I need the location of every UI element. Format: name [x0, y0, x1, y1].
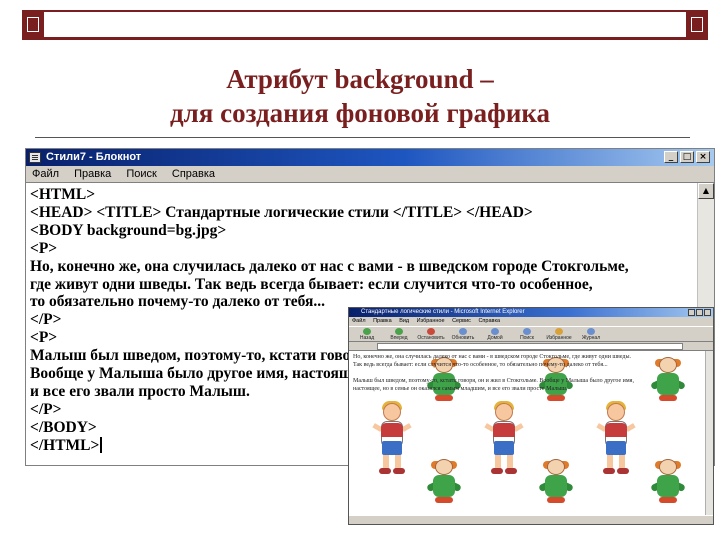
rendered-page-text: Но, конечно же, она случилась далеко от …	[353, 353, 634, 393]
code-line: <BODY background=bg.jpg>	[30, 221, 227, 239]
refresh-icon	[459, 328, 467, 335]
menu-file[interactable]: Файл	[26, 166, 65, 183]
browser-status-bar	[349, 515, 713, 524]
forward-button[interactable]: Вперед	[384, 327, 414, 342]
notepad-titlebar[interactable]: Стили7 - Блокнот _ □ ×	[26, 149, 714, 166]
code-line: <HEAD> <TITLE> Стандартные логические ст…	[30, 203, 533, 221]
browser-menu-help[interactable]: Справка	[475, 318, 503, 324]
notepad-menubar: Файл Правка Поиск Справка	[26, 166, 714, 183]
favorites-button[interactable]: Избранное	[544, 327, 574, 342]
slide-title-line2: для создания фоновой графика	[169, 98, 551, 128]
background-tile-clown	[650, 357, 686, 403]
refresh-button[interactable]: Обновить	[448, 327, 478, 342]
history-icon	[587, 328, 595, 335]
favorites-icon	[555, 328, 563, 335]
browser-menu-file[interactable]: Файл	[349, 318, 369, 324]
browser-window: Стандартные логические стили - Microsoft…	[348, 307, 714, 525]
title-divider	[35, 137, 690, 138]
minimize-button[interactable]: _	[664, 151, 678, 163]
browser-toolbar: Назад Вперед Остановить Обновить Домой П…	[349, 326, 713, 342]
browser-titlebar[interactable]: Стандартные логические стили - Microsoft…	[349, 308, 713, 317]
rendered-paragraph-1-line-1: Но, конечно же, она случилась далеко от …	[353, 354, 632, 360]
code-line: </HTML>	[30, 436, 100, 454]
back-icon	[363, 328, 371, 335]
search-icon	[523, 328, 531, 335]
slide-title-line1: Атрибут background –	[226, 64, 494, 94]
stop-icon	[427, 328, 435, 335]
slide-title: Атрибут background – для создания фоново…	[0, 62, 720, 130]
bottom-stripe	[22, 37, 708, 40]
home-icon	[491, 328, 499, 335]
forward-icon	[395, 328, 403, 335]
left-square-ornament	[22, 12, 44, 37]
browser-menu-view[interactable]: Вид	[396, 318, 412, 324]
background-tile-boy	[591, 401, 641, 477]
text-caret	[100, 436, 103, 453]
browser-window-title: Стандартные логические стили - Microsoft…	[361, 309, 525, 315]
background-tile-boy	[479, 401, 529, 477]
maximize-button[interactable]: □	[680, 151, 694, 163]
window-controls: _ □ ×	[664, 151, 710, 163]
browser-vertical-scrollbar[interactable]	[705, 351, 713, 515]
browser-menu-edit[interactable]: Правка	[370, 318, 395, 324]
browser-maximize-button[interactable]	[696, 309, 703, 316]
home-button[interactable]: Домой	[480, 327, 510, 342]
code-line: где живут одни шведы. Так ведь всегда бы…	[30, 275, 593, 293]
rendered-paragraph-2-line-1: Малыш был шведом, поэтому-то, кстати гов…	[353, 378, 634, 384]
browser-address-bar	[349, 342, 713, 351]
browser-page-content: Но, конечно же, она случилась далеко от …	[349, 351, 705, 515]
rendered-paragraph-1-line-2: Так ведь всегда бывает: если случится чт…	[353, 362, 608, 368]
background-tile-boy	[367, 401, 417, 477]
menu-help[interactable]: Справка	[166, 166, 221, 183]
top-decorative-band	[22, 10, 708, 40]
top-stripe	[22, 10, 708, 12]
browser-menu-tools[interactable]: Сервис	[449, 318, 474, 324]
code-line: <P>	[30, 239, 58, 257]
browser-menubar: Файл Правка Вид Избранное Сервис Справка	[349, 317, 713, 326]
browser-close-button[interactable]	[704, 309, 711, 316]
menu-search[interactable]: Поиск	[120, 166, 162, 183]
browser-minimize-button[interactable]	[688, 309, 695, 316]
close-button[interactable]: ×	[696, 151, 710, 163]
scroll-up-arrow-icon[interactable]: ▲	[698, 183, 714, 199]
browser-menu-favorites[interactable]: Избранное	[414, 318, 448, 324]
search-button[interactable]: Поиск	[512, 327, 542, 342]
history-button[interactable]: Журнал	[576, 327, 606, 342]
right-square-ornament	[686, 12, 708, 37]
address-input[interactable]	[377, 343, 683, 350]
back-button[interactable]: Назад	[352, 327, 382, 342]
rendered-paragraph-2-line-2: настоящее, но в семье он оказался самым …	[353, 386, 568, 392]
background-tile-clown	[426, 459, 462, 505]
notepad-icon	[29, 152, 41, 163]
code-line: <HTML>	[30, 186, 96, 203]
notepad-window-title: Стили7 - Блокнот	[46, 151, 142, 163]
code-line: Но, конечно же, она случилась далеко от …	[30, 257, 629, 275]
background-tile-clown	[650, 459, 686, 505]
stop-button[interactable]: Остановить	[416, 327, 446, 342]
menu-edit[interactable]: Правка	[68, 166, 117, 183]
browser-window-controls	[688, 309, 711, 316]
background-tile-clown	[538, 459, 574, 505]
